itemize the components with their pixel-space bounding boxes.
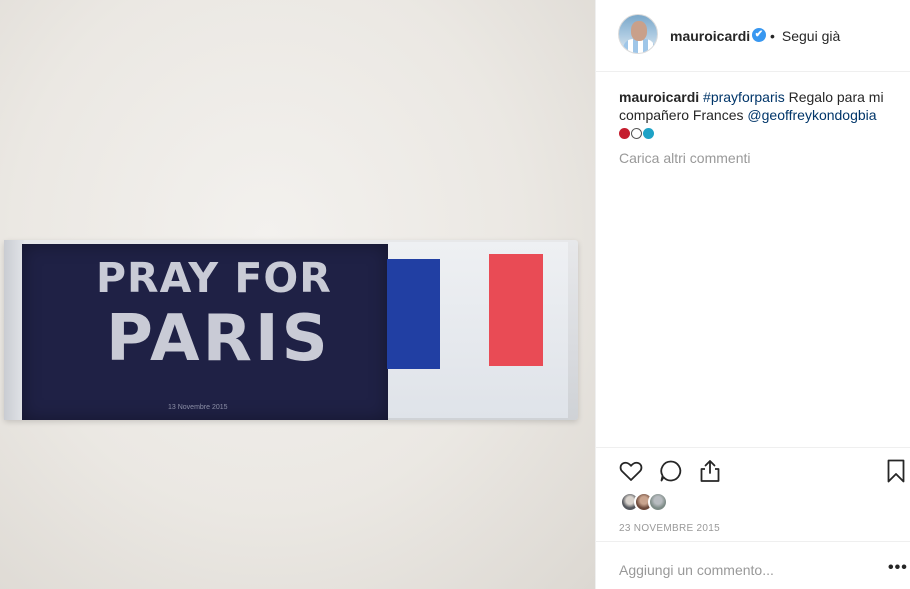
white-circle-icon bbox=[631, 128, 642, 140]
follow-status-button[interactable]: Segui già bbox=[778, 28, 840, 44]
post-date[interactable]: 23 NOVEMBRE 2015 bbox=[619, 523, 720, 534]
follow-label: Segui già bbox=[781, 28, 841, 44]
load-more-comments-button[interactable]: Carica altri commenti bbox=[619, 150, 750, 166]
header-separator: • bbox=[770, 28, 775, 44]
post-side-panel: mauroicardi ✔ • Segui già mauroicardi #p… bbox=[595, 0, 910, 589]
flag-red-stripe bbox=[489, 254, 543, 366]
heart-icon[interactable] bbox=[618, 458, 644, 484]
blue-circle-icon bbox=[643, 128, 654, 140]
post-photo[interactable]: PRAY FOR PARIS 13 Novembre 2015 bbox=[0, 0, 595, 589]
flag-blue-stripe bbox=[387, 259, 440, 369]
caption-mention[interactable]: @geoffreykondogbia bbox=[747, 107, 876, 123]
verified-badge-icon: ✔ bbox=[752, 28, 766, 42]
armband: PRAY FOR PARIS 13 Novembre 2015 bbox=[4, 240, 578, 420]
comment-input[interactable]: Aggiungi un commento... bbox=[619, 562, 774, 578]
avatar-face bbox=[631, 21, 647, 41]
post-header: mauroicardi ✔ • Segui già bbox=[596, 0, 910, 72]
comment-icon[interactable] bbox=[658, 458, 684, 484]
caption-hashtag[interactable]: #prayforparis bbox=[703, 89, 785, 105]
armband-date: 13 Novembre 2015 bbox=[168, 404, 228, 411]
red-circle-icon bbox=[619, 128, 630, 140]
armband-text-pray-for: PRAY FOR bbox=[96, 254, 332, 302]
post-caption: mauroicardi #prayforparis Regalo para mi… bbox=[619, 88, 899, 124]
armband-navy-panel: PRAY FOR PARIS 13 Novembre 2015 bbox=[22, 244, 388, 420]
share-icon[interactable] bbox=[697, 458, 723, 484]
armband-edge bbox=[4, 240, 24, 420]
avatar-shirt bbox=[623, 39, 655, 53]
caption-username[interactable]: mauroicardi bbox=[619, 89, 699, 105]
profile-avatar[interactable] bbox=[618, 14, 658, 54]
action-bar bbox=[596, 447, 910, 493]
armband-text-paris: PARIS bbox=[106, 302, 331, 376]
bookmark-icon[interactable] bbox=[883, 458, 909, 484]
header-username[interactable]: mauroicardi bbox=[670, 28, 750, 44]
comment-input-area: Aggiungi un commento... ••• bbox=[596, 541, 910, 589]
more-options-icon[interactable]: ••• bbox=[888, 559, 908, 577]
liker-avatar bbox=[648, 492, 668, 512]
caption-emojis bbox=[619, 125, 655, 140]
